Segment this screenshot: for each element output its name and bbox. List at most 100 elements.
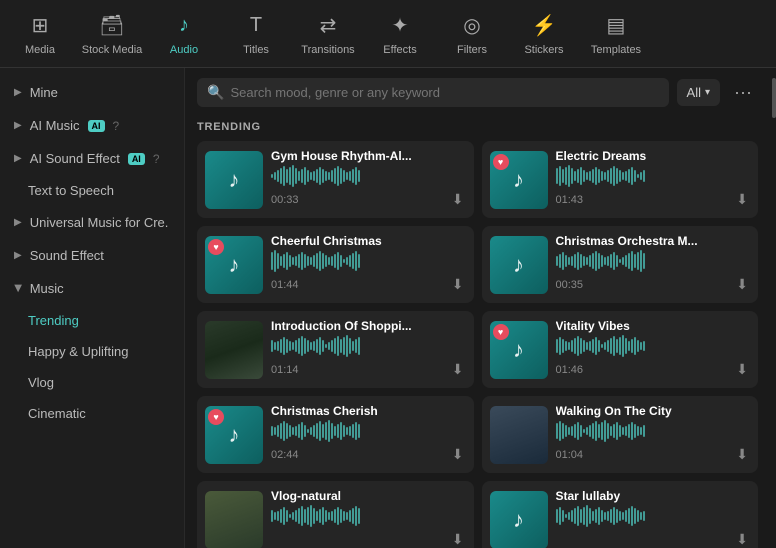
nav-item-media[interactable]: ⊞Media bbox=[4, 0, 76, 68]
sidebar-subitem-cinematic[interactable]: Cinematic bbox=[0, 398, 184, 429]
ai-music-badge: AI bbox=[88, 120, 105, 132]
nav-label-stickers: Stickers bbox=[524, 44, 563, 56]
sound-effect-arrow-icon: ▶ bbox=[14, 250, 22, 261]
christmas-orchestra-download-button[interactable]: ⬇ bbox=[734, 274, 750, 295]
sidebar-item-ai-music[interactable]: ▶AI MusicAI? bbox=[0, 109, 184, 142]
sidebar-subitem-trending[interactable]: Trending bbox=[0, 305, 184, 336]
electric-dreams-download-button[interactable]: ⬇ bbox=[734, 189, 750, 210]
walking-on-the-city-duration: 01:04 bbox=[556, 449, 584, 461]
walking-on-the-city-title: Walking On The City bbox=[556, 404, 751, 418]
walking-on-the-city-waveform bbox=[556, 422, 751, 440]
music-card-electric-dreams[interactable]: ♪♥Electric Dreams01:43⬇ bbox=[482, 141, 759, 218]
sidebar-sublabel-cinematic: Cinematic bbox=[28, 406, 86, 421]
sidebar-sublabel-happy-uplifting: Happy & Uplifting bbox=[28, 344, 128, 359]
sidebar-label-ai-sound-effect: AI Sound Effect bbox=[30, 151, 120, 166]
nav-item-stock-media[interactable]: 🗃Stock Media bbox=[76, 0, 148, 68]
gym-house-title: Gym House Rhythm-Al... bbox=[271, 149, 466, 163]
cheerful-christmas-duration: 01:44 bbox=[271, 279, 299, 291]
cheerful-christmas-heart-icon: ♥ bbox=[208, 239, 224, 255]
music-card-vlog-natural[interactable]: Vlog-natural⬇ bbox=[197, 481, 474, 548]
christmas-cherish-title: Christmas Cherish bbox=[271, 404, 466, 418]
cheerful-christmas-download-button[interactable]: ⬇ bbox=[450, 274, 466, 295]
music-note-icon: ♪ bbox=[229, 422, 240, 448]
universal-music-arrow-icon: ▶ bbox=[14, 217, 22, 228]
music-note-icon: ♪ bbox=[229, 252, 240, 278]
music-card-walking-on-the-city[interactable]: Walking On The City 01:04 ⬇ bbox=[482, 396, 759, 473]
trending-section-label: TRENDING bbox=[185, 117, 770, 141]
sidebar-label-ai-music: AI Music bbox=[30, 118, 80, 133]
nav-item-filters[interactable]: ◎Filters bbox=[436, 0, 508, 68]
electric-dreams-waveform bbox=[556, 167, 751, 185]
star-lullaby-download-button[interactable]: ⬇ bbox=[734, 529, 750, 548]
music-card-cheerful-christmas[interactable]: ♪ ♥ Cheerful Christmas 01:44 ⬇ bbox=[197, 226, 474, 303]
nav-label-filters: Filters bbox=[457, 44, 487, 56]
sidebar-item-music[interactable]: ▶Music bbox=[0, 272, 184, 305]
vitality-vibes-heart-icon: ♥ bbox=[493, 324, 509, 340]
nav-item-stickers[interactable]: ⚡Stickers bbox=[508, 0, 580, 68]
filter-dropdown[interactable]: All ▾ bbox=[677, 79, 720, 106]
christmas-cherish-duration: 02:44 bbox=[271, 449, 299, 461]
search-bar: 🔍 All ▾ ··· bbox=[185, 68, 770, 117]
transitions-icon: ⇄ bbox=[314, 12, 342, 40]
nav-item-transitions[interactable]: ⇄ Transitions bbox=[292, 0, 364, 68]
christmas-cherish-waveform bbox=[271, 422, 466, 440]
sidebar-sublabel-text-to-speech: Text to Speech bbox=[28, 183, 114, 198]
introduction-shopping-download-button[interactable]: ⬇ bbox=[450, 359, 466, 380]
music-card-christmas-cherish[interactable]: ♪ ♥ Christmas Cherish 02:44 ⬇ bbox=[197, 396, 474, 473]
music-note-icon: ♪ bbox=[513, 252, 524, 278]
templates-icon: ▤ bbox=[602, 12, 630, 40]
sidebar: ▶Mine▶AI MusicAI?▶AI Sound EffectAI?Text… bbox=[0, 68, 185, 548]
gym-house-download-button[interactable]: ⬇ bbox=[450, 189, 466, 210]
vitality-vibes-download-button[interactable]: ⬇ bbox=[734, 359, 750, 380]
nav-item-audio[interactable]: ♪Audio bbox=[148, 0, 220, 68]
electric-dreams-heart-icon: ♥ bbox=[493, 154, 509, 170]
sidebar-item-sound-effect[interactable]: ▶ Sound Effect bbox=[0, 239, 184, 272]
sidebar-sublabel-vlog: Vlog bbox=[28, 375, 54, 390]
nav-label-transitions: Transitions bbox=[301, 44, 354, 56]
music-card-gym-house[interactable]: ♪Gym House Rhythm-Al...00:33⬇ bbox=[197, 141, 474, 218]
stock-media-icon: 🗃 bbox=[98, 12, 126, 40]
effects-icon: ✦ bbox=[386, 12, 414, 40]
audio-icon: ♪ bbox=[170, 12, 198, 40]
main-layout: ▶Mine▶AI MusicAI?▶AI Sound EffectAI?Text… bbox=[0, 68, 776, 548]
christmas-cherish-download-button[interactable]: ⬇ bbox=[450, 444, 466, 465]
sidebar-subitem-happy-uplifting[interactable]: Happy & Uplifting bbox=[0, 336, 184, 367]
more-options-button[interactable]: ··· bbox=[728, 78, 758, 107]
scrollbar-thumb bbox=[772, 78, 776, 118]
electric-dreams-title: Electric Dreams bbox=[556, 149, 751, 163]
chevron-down-icon: ▾ bbox=[705, 87, 710, 98]
sidebar-subitem-text-to-speech[interactable]: Text to Speech bbox=[0, 175, 184, 206]
media-icon: ⊞ bbox=[26, 12, 54, 40]
search-input-wrap[interactable]: 🔍 bbox=[197, 78, 669, 107]
sidebar-subitem-vlog[interactable]: Vlog bbox=[0, 367, 184, 398]
christmas-orchestra-waveform bbox=[556, 252, 751, 270]
music-card-vitality-vibes[interactable]: ♪♥Vitality Vibes01:46⬇ bbox=[482, 311, 759, 388]
content-scrollbar[interactable] bbox=[770, 68, 776, 548]
sidebar-item-mine[interactable]: ▶Mine bbox=[0, 76, 184, 109]
introduction-shopping-duration: 01:14 bbox=[271, 364, 299, 376]
sidebar-sublabel-trending: Trending bbox=[28, 313, 79, 328]
gym-house-waveform bbox=[271, 167, 466, 185]
sidebar-label-music: Music bbox=[30, 281, 64, 296]
nav-label-templates: Templates bbox=[591, 44, 641, 56]
vlog-natural-download-button[interactable]: ⬇ bbox=[450, 529, 466, 548]
electric-dreams-duration: 01:43 bbox=[556, 194, 584, 206]
nav-item-templates[interactable]: ▤ Templates bbox=[580, 0, 652, 68]
sidebar-item-ai-sound-effect[interactable]: ▶AI Sound EffectAI? bbox=[0, 142, 184, 175]
sidebar-label-sound-effect: Sound Effect bbox=[30, 248, 104, 263]
music-card-christmas-orchestra[interactable]: ♪Christmas Orchestra M...00:35⬇ bbox=[482, 226, 759, 303]
walking-on-the-city-download-button[interactable]: ⬇ bbox=[734, 444, 750, 465]
star-lullaby-title: Star lullaby bbox=[556, 489, 751, 503]
vlog-natural-waveform bbox=[271, 507, 466, 525]
sidebar-item-universal-music[interactable]: ▶ Universal Music for Cre. bbox=[0, 206, 184, 239]
sidebar-label-universal-music: Universal Music for Cre. bbox=[30, 215, 169, 230]
music-note-icon: ♪ bbox=[513, 507, 524, 533]
nav-item-titles[interactable]: TTitles bbox=[220, 0, 292, 68]
christmas-cherish-heart-icon: ♥ bbox=[208, 409, 224, 425]
music-card-star-lullaby[interactable]: ♪ Star lullaby ⬇ bbox=[482, 481, 759, 548]
sidebar-label-mine: Mine bbox=[30, 85, 58, 100]
search-input[interactable] bbox=[230, 85, 658, 100]
nav-item-effects[interactable]: ✦Effects bbox=[364, 0, 436, 68]
cheerful-christmas-title: Cheerful Christmas bbox=[271, 234, 466, 248]
music-card-introduction-shopping[interactable]: Introduction Of Shoppi...01:14⬇ bbox=[197, 311, 474, 388]
